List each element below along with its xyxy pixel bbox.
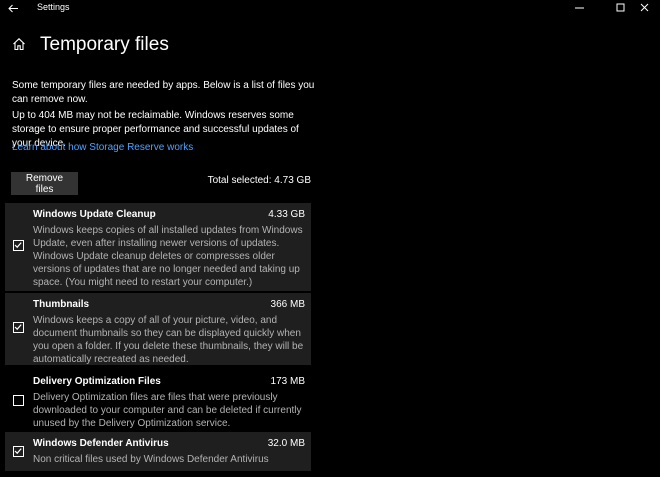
- close-button[interactable]: [630, 0, 660, 16]
- list-item-windows-update-cleanup[interactable]: Windows Update Cleanup 4.33 GB Windows k…: [5, 203, 311, 291]
- item-description: Windows keeps copies of all installed up…: [33, 225, 303, 288]
- item-description: Non critical files used by Windows Defen…: [33, 454, 269, 465]
- item-title: Windows Update Cleanup: [33, 209, 156, 220]
- back-button[interactable]: [6, 0, 20, 16]
- app-title: Settings: [37, 2, 70, 12]
- checkmark-icon: [14, 448, 22, 455]
- back-arrow-icon: [7, 4, 18, 12]
- item-title: Delivery Optimization Files: [33, 376, 161, 387]
- checkbox-delivery-optimization[interactable]: [13, 395, 24, 406]
- list-item-delivery-optimization[interactable]: Delivery Optimization Files 173 MB Deliv…: [5, 370, 311, 429]
- item-size: 173 MB: [270, 376, 305, 387]
- minimize-button[interactable]: [565, 0, 595, 16]
- item-description: Windows keeps a copy of all of your pict…: [33, 315, 304, 365]
- title-bar: Settings: [0, 0, 660, 16]
- list-item-windows-defender[interactable]: Windows Defender Antivirus 32.0 MB Non c…: [5, 432, 311, 471]
- close-icon: [640, 3, 649, 12]
- page-title: Temporary files: [40, 34, 169, 55]
- home-icon[interactable]: [12, 37, 26, 51]
- item-size: 366 MB: [270, 299, 305, 310]
- total-selected: Total selected: 4.73 GB: [207, 175, 311, 186]
- item-size: 32.0 MB: [267, 438, 305, 449]
- checkmark-icon: [14, 242, 22, 249]
- item-description: Delivery Optimization files are files th…: [33, 392, 302, 429]
- checkbox-windows-update-cleanup[interactable]: [13, 240, 24, 251]
- checkbox-windows-defender[interactable]: [13, 446, 24, 457]
- item-title: Windows Defender Antivirus: [33, 438, 169, 449]
- intro-text: Some temporary files are needed by apps.…: [12, 80, 315, 105]
- maximize-icon: [616, 3, 625, 12]
- list-item-thumbnails[interactable]: Thumbnails 366 MB Windows keeps a copy o…: [5, 293, 311, 365]
- item-title: Thumbnails: [33, 299, 90, 310]
- item-size: 4.33 GB: [268, 209, 305, 220]
- storage-reserve-link[interactable]: Learn about how Storage Reserve works: [12, 142, 193, 153]
- settings-window: Settings Temporary files Some temporary …: [0, 0, 660, 477]
- checkmark-icon: [14, 324, 22, 331]
- checkbox-thumbnails[interactable]: [13, 322, 24, 333]
- minimize-icon: [575, 7, 584, 9]
- remove-files-button[interactable]: Remove files: [11, 172, 78, 195]
